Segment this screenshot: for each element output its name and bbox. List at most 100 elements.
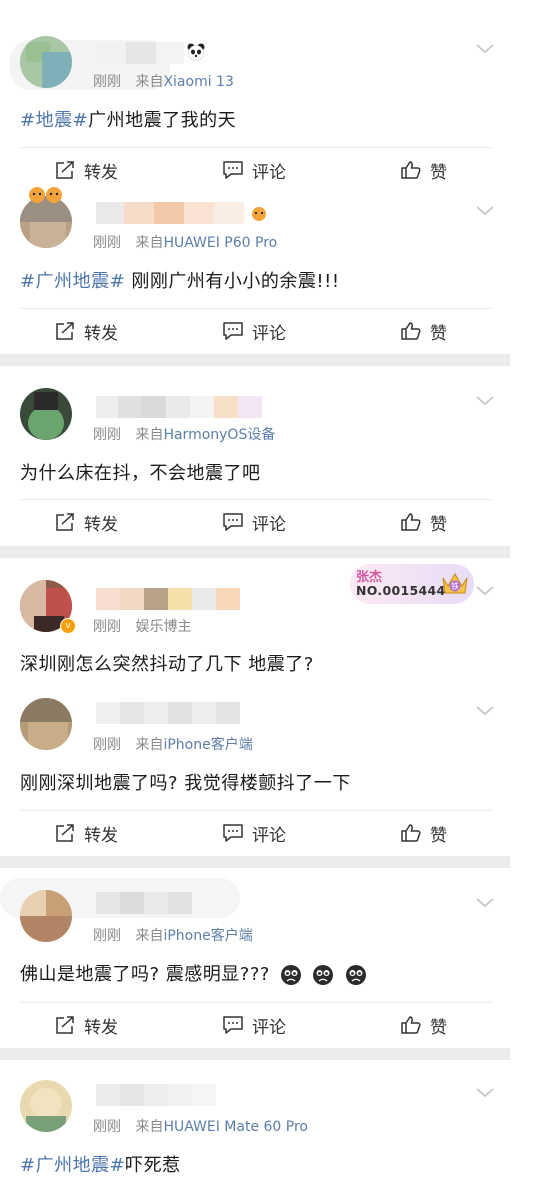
post-time: 刚刚 (93, 619, 121, 635)
post-card[interactable]: 刚刚 来自HarmonyOS设备 为什么床在抖，不会地震了吧 转发 评论 赞 (0, 366, 510, 546)
like-button[interactable]: 赞 (400, 148, 447, 192)
comment-button[interactable]: 评论 (222, 148, 286, 192)
feed-separator (0, 546, 510, 558)
post-source[interactable]: HUAWEI Mate 60 Pro (163, 1119, 308, 1135)
like-icon (401, 322, 421, 340)
comment-icon (223, 513, 243, 531)
username-mosaic[interactable] (96, 42, 196, 64)
post-content: 为什么床在抖，不会地震了吧 (20, 459, 261, 485)
crying-emoji-icon (313, 965, 334, 985)
like-button[interactable]: 赞 (400, 309, 447, 353)
comment-button[interactable]: 评论 (222, 1003, 286, 1047)
post-card[interactable]: 刚刚 来自iPhone客户端 刚刚深圳地震了吗? 我觉得楼颤抖了一下 转发 评论… (0, 680, 510, 856)
crying-emoji-icon (345, 965, 366, 985)
like-label: 赞 (430, 514, 447, 535)
repost-button[interactable]: 转发 (54, 1003, 118, 1047)
username-mosaic[interactable] (96, 396, 266, 418)
post-meta: 刚刚 来自iPhone客户端 (93, 925, 253, 945)
username-mosaic[interactable] (96, 892, 216, 914)
post-time: 刚刚 (93, 235, 121, 251)
tiger-emoji-icon (252, 207, 266, 221)
comment-label: 评论 (252, 825, 286, 846)
tiger-emoji-icon (29, 187, 62, 203)
avatar[interactable] (20, 388, 72, 440)
medal-number: NO.0015444 (356, 583, 446, 598)
repost-icon (56, 513, 74, 531)
hashtag-link[interactable]: #广州地震# (20, 1155, 125, 1176)
chevron-down-icon[interactable] (474, 704, 496, 718)
post-source[interactable]: HarmonyOS设备 (163, 427, 275, 443)
action-bar: 转发 评论 赞 (0, 500, 510, 544)
like-icon (401, 1016, 421, 1034)
post-meta: 刚刚 来自HUAWEI P60 Pro (93, 232, 277, 252)
like-icon (401, 161, 421, 179)
chevron-down-icon[interactable] (474, 584, 496, 598)
avatar[interactable] (20, 890, 72, 942)
source-prefix: 来自 (135, 74, 164, 90)
comment-button[interactable]: 评论 (222, 811, 286, 855)
repost-label: 转发 (84, 1017, 118, 1038)
source-prefix: 来自 (135, 1119, 164, 1135)
chevron-down-icon[interactable] (474, 204, 496, 218)
verified-badge-icon: v (60, 618, 76, 634)
username-mosaic[interactable] (96, 202, 266, 224)
hashtag-link[interactable]: #广州地震# (20, 271, 125, 292)
post-source[interactable]: iPhone客户端 (163, 928, 252, 944)
post-source[interactable]: HUAWEI P60 Pro (163, 235, 277, 251)
post-text: 深圳刚怎么突然抖动了几下 地震了? (20, 654, 314, 675)
chevron-down-icon[interactable] (474, 896, 496, 910)
post-source[interactable]: Xiaomi 13 (163, 74, 233, 90)
feed-separator (0, 856, 510, 868)
action-bar: 转发 评论 赞 (0, 1003, 510, 1047)
post-card[interactable]: 刚刚 来自iPhone客户端 佛山是地震了吗? 震感明显??? 转发 评论 赞 (0, 868, 510, 1048)
post-content: #广州地震# 刚刚广州有小小的余震!!! (20, 267, 340, 293)
like-label: 赞 (430, 323, 447, 344)
like-button[interactable]: 赞 (400, 500, 447, 544)
post-source[interactable]: 娱乐博主 (135, 619, 191, 635)
post-content: #地震#广州地震了我的天 (20, 106, 236, 132)
action-bar: 转发 评论 赞 (0, 309, 510, 353)
chevron-down-icon[interactable] (474, 1086, 496, 1100)
comment-button[interactable]: 评论 (222, 309, 286, 353)
username-mosaic[interactable] (96, 702, 266, 724)
post-time: 刚刚 (93, 427, 121, 443)
weibo-feed: 刚刚 来自Xiaomi 13 #地震#广州地震了我的天 转发 评论 赞 刚刚 来… (0, 0, 510, 1184)
repost-label: 转发 (84, 825, 118, 846)
repost-button[interactable]: 转发 (54, 500, 118, 544)
avatar[interactable] (20, 698, 72, 750)
action-bar: 转发 评论 赞 (0, 811, 510, 855)
source-prefix: 来自 (135, 928, 164, 944)
crown-icon: 铁 (442, 573, 468, 594)
like-button[interactable]: 赞 (400, 1003, 447, 1047)
username-mosaic[interactable] (96, 588, 246, 610)
post-meta: 刚刚 来自Xiaomi 13 (93, 71, 234, 91)
post-card[interactable]: 刚刚 来自HUAWEI Mate 60 Pro #广州地震#吓死惹 (0, 1060, 510, 1184)
post-card[interactable]: 刚刚 来自Xiaomi 13 #地震#广州地震了我的天 转发 评论 赞 (0, 0, 510, 192)
repost-icon (56, 322, 74, 340)
repost-icon (56, 161, 74, 179)
like-icon (401, 824, 421, 842)
post-time: 刚刚 (93, 737, 121, 753)
repost-button[interactable]: 转发 (54, 309, 118, 353)
post-source[interactable]: iPhone客户端 (163, 737, 252, 753)
post-card[interactable]: 刚刚 来自HUAWEI P60 Pro #广州地震# 刚刚广州有小小的余震!!!… (0, 187, 510, 354)
hashtag-link[interactable]: #地震# (20, 110, 88, 131)
chevron-down-icon[interactable] (474, 394, 496, 408)
post-content: 佛山是地震了吗? 震感明显??? (20, 960, 367, 986)
comment-icon (223, 322, 243, 340)
avatar[interactable] (20, 36, 72, 88)
post-card[interactable]: v 张杰 NO.0015444 铁 刚刚 娱乐博主 深圳刚怎么突然抖动了几下 地… (0, 558, 510, 680)
avatar[interactable] (20, 1080, 72, 1132)
fan-medal-badge[interactable]: 张杰 NO.0015444 铁 (350, 564, 474, 604)
repost-button[interactable]: 转发 (54, 811, 118, 855)
repost-icon (56, 824, 74, 842)
username-mosaic[interactable] (96, 1084, 246, 1106)
like-button[interactable]: 赞 (400, 811, 447, 855)
chevron-down-icon[interactable] (474, 42, 496, 56)
feed-separator (0, 354, 510, 366)
post-time: 刚刚 (93, 1119, 121, 1135)
like-icon (401, 513, 421, 531)
comment-button[interactable]: 评论 (222, 500, 286, 544)
like-label: 赞 (430, 162, 447, 183)
comment-label: 评论 (252, 514, 286, 535)
